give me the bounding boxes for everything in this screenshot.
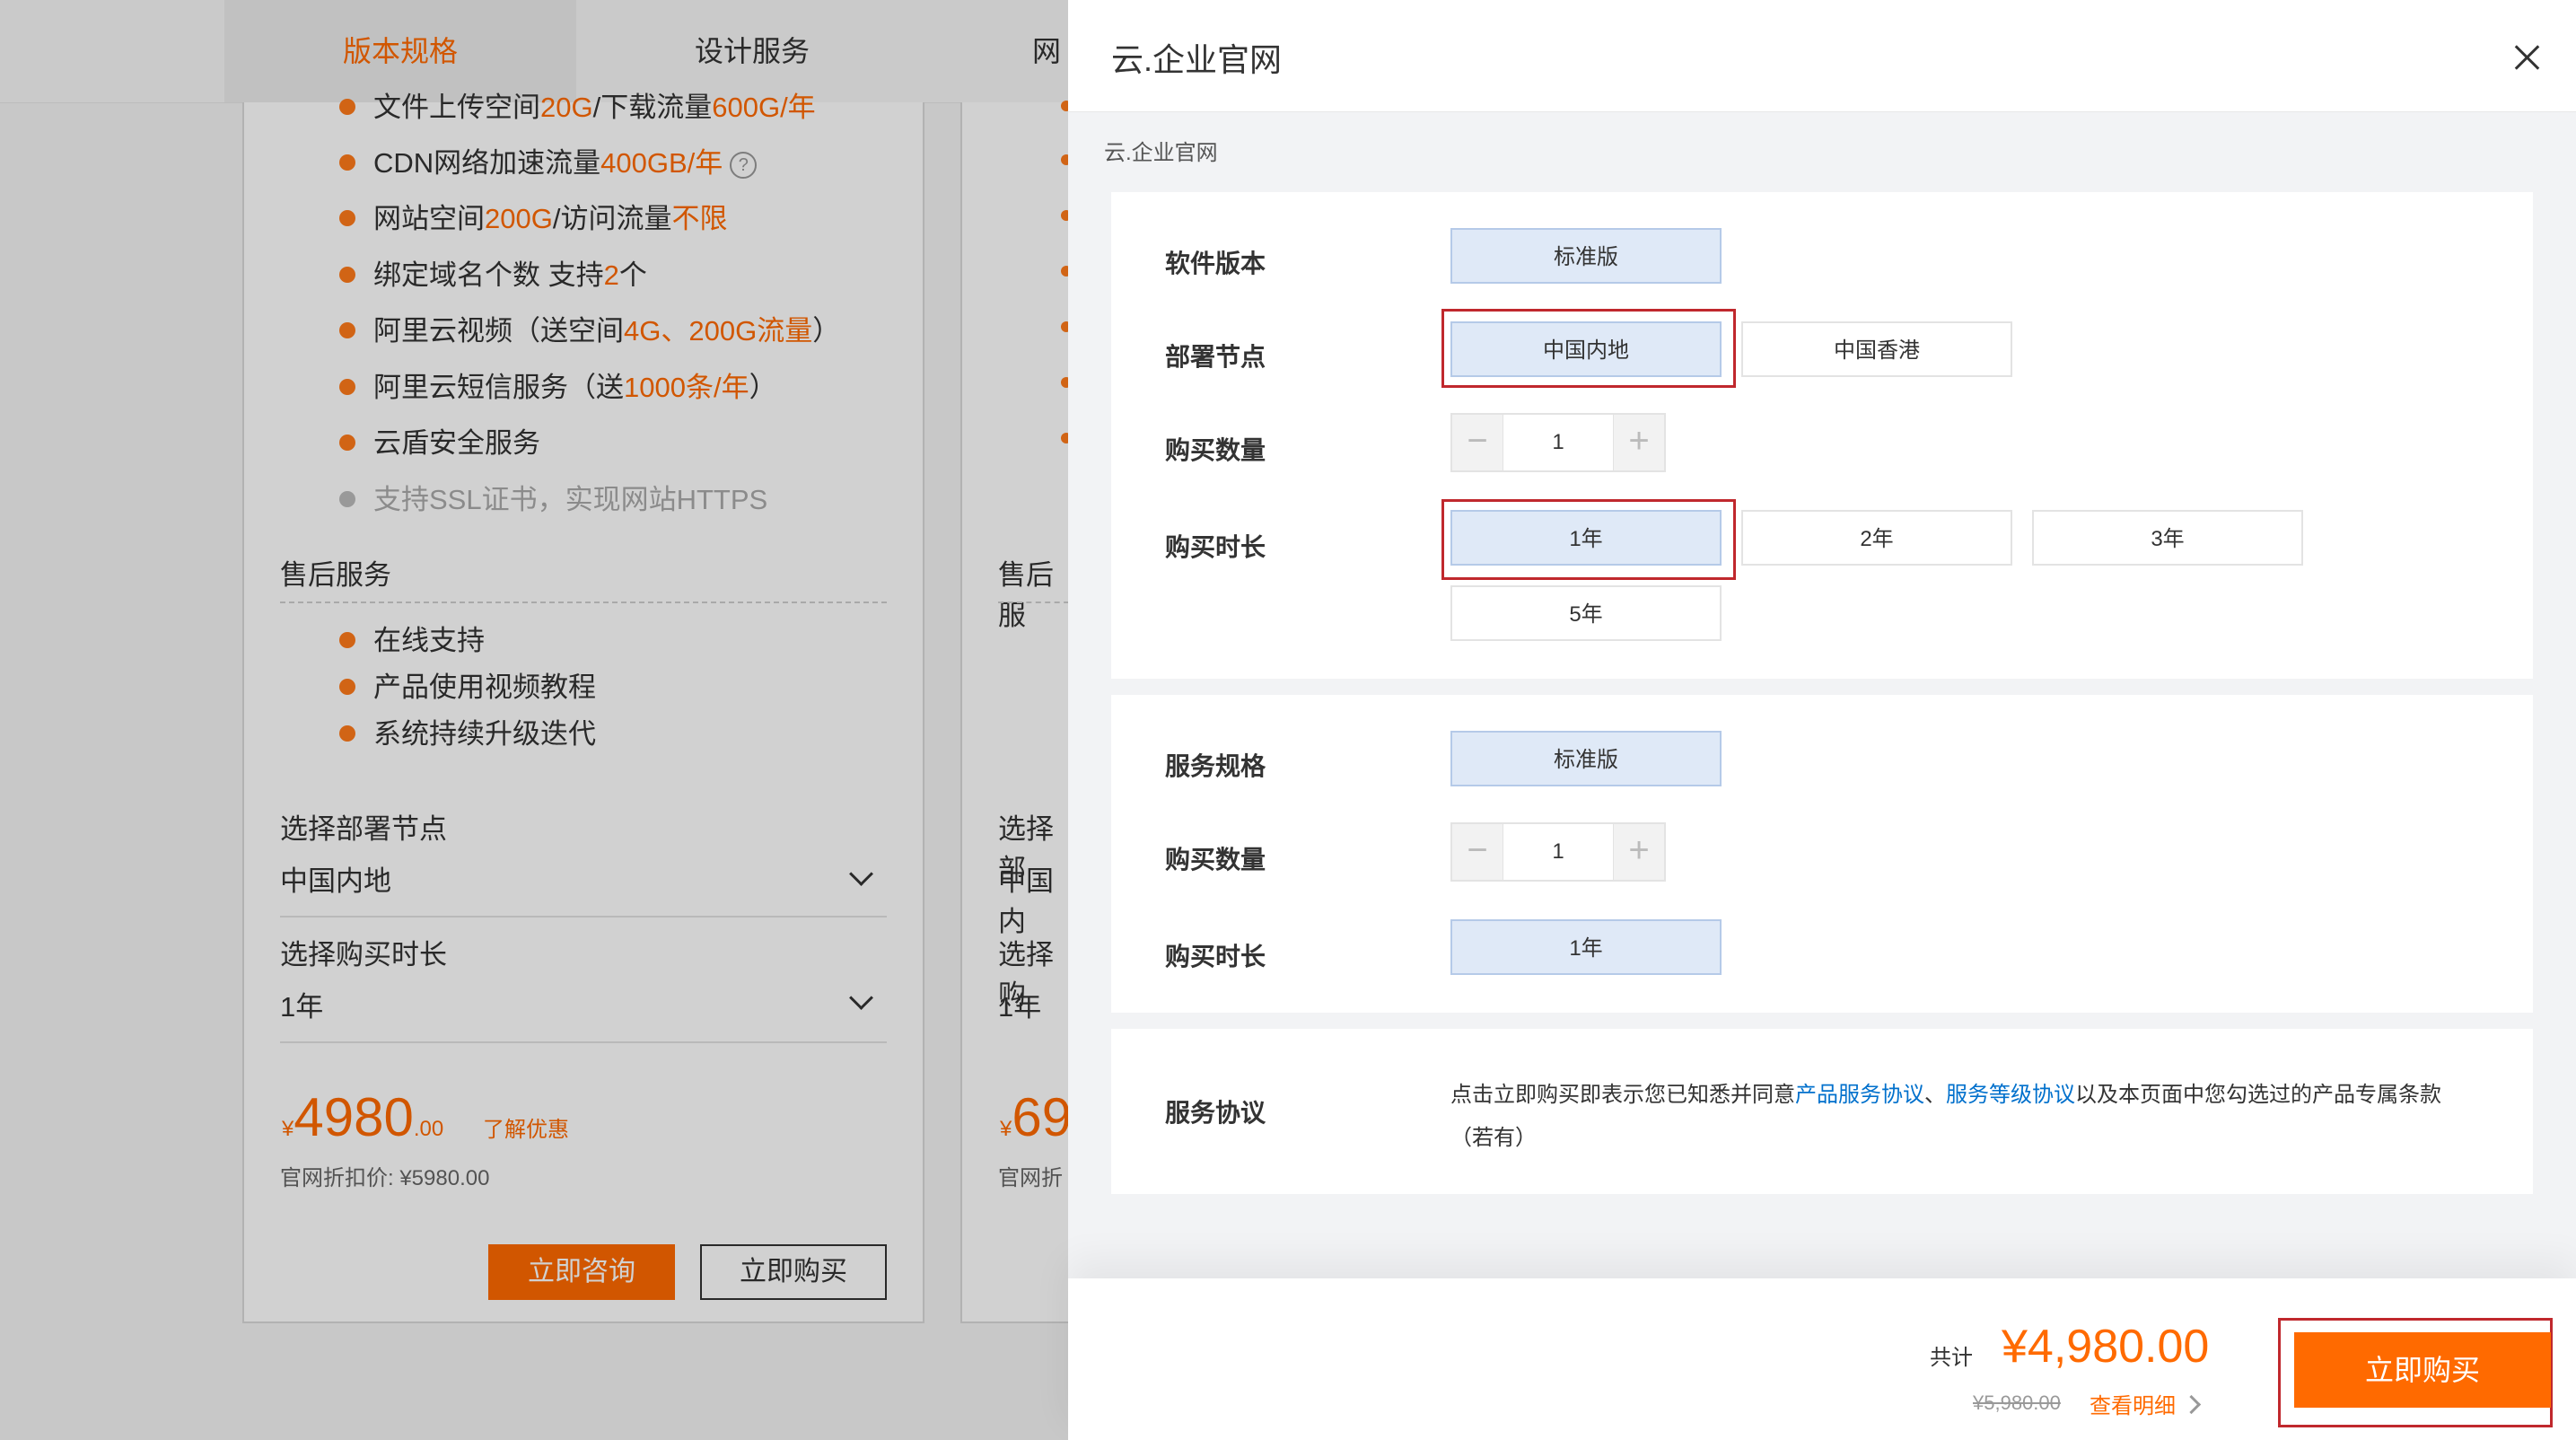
total-label: 共计 [1930, 1346, 1973, 1370]
service-quantity-label: 购买数量 [1165, 846, 1266, 874]
quantity-input[interactable]: 1 [1503, 415, 1614, 470]
option-5-years[interactable]: 5年 [1450, 585, 1722, 641]
modal-overlay[interactable] [0, 0, 1068, 1440]
view-details-link[interactable]: 查看明细 [2090, 1388, 2202, 1419]
product-service-agreement-link[interactable]: 产品服务协议 [1795, 1083, 1924, 1107]
option-mainland-china[interactable]: 中国内地 [1450, 321, 1722, 377]
drawer-footer: 共计 ¥4,980.00 ¥5,980.00 查看明细 立即购买 [1068, 1278, 2576, 1440]
chevron-right-icon [2181, 1394, 2202, 1415]
option-1-year[interactable]: 1年 [1450, 510, 1722, 566]
agreement-panel: 服务协议 点击立即购买即表示您已知悉并同意产品服务协议、服务等级协议以及本页面中… [1111, 1029, 2533, 1194]
purchase-drawer: 云.企业官网 云.企业官网 软件版本 标准版 部署节点 中国内地 中国香港 购买… [1068, 0, 2576, 1440]
buy-now-button[interactable]: 立即购买 [2294, 1332, 2551, 1408]
agreement-text: 点击立即购买即表示您已知悉并同意产品服务协议、服务等级协议以及本页面中您勾选过的… [1450, 1083, 2441, 1150]
duration-label: 购买时长 [1165, 533, 1266, 561]
deploy-node-label: 部署节点 [1165, 343, 1266, 371]
option-standard-edition[interactable]: 标准版 [1450, 228, 1722, 284]
agreement-label: 服务协议 [1165, 1099, 1266, 1127]
option-standard-service[interactable]: 标准版 [1450, 731, 1722, 786]
minus-button[interactable]: − [1452, 824, 1503, 880]
plus-button[interactable]: + [1613, 824, 1664, 880]
service-level-agreement-link[interactable]: 服务等级协议 [1946, 1083, 2075, 1107]
minus-button[interactable]: − [1452, 415, 1503, 470]
config-panel-service: 服务规格 标准版 购买数量 − 1 + 购买时长 1年 [1111, 695, 2533, 1013]
service-duration-label: 购买时长 [1165, 943, 1266, 970]
background-product-page: 版本规格 设计服务 网 文件上传空间20G/下载流量600G/年 CDN网络加速… [0, 0, 1068, 1440]
plus-button[interactable]: + [1613, 415, 1664, 470]
quantity-input[interactable]: 1 [1503, 824, 1614, 880]
total-price: ¥4,980.00 [2002, 1321, 2210, 1373]
drawer-header: 云.企业官网 [1068, 0, 2576, 112]
original-price: ¥5,980.00 [1973, 1392, 2061, 1414]
drawer-title: 云.企业官网 [1111, 41, 1283, 78]
option-3-years[interactable]: 3年 [2032, 510, 2303, 566]
service-quantity-stepper: − 1 + [1450, 822, 1666, 882]
option-hong-kong[interactable]: 中国香港 [1741, 321, 2012, 377]
option-service-1-year[interactable]: 1年 [1450, 919, 1722, 975]
quantity-label: 购买数量 [1165, 436, 1266, 464]
breadcrumb: 云.企业官网 [1104, 141, 1218, 165]
quantity-stepper: − 1 + [1450, 413, 1666, 472]
software-version-label: 软件版本 [1165, 250, 1266, 277]
close-icon[interactable] [2511, 41, 2544, 74]
service-spec-label: 服务规格 [1165, 752, 1266, 780]
option-2-years[interactable]: 2年 [1741, 510, 2012, 566]
config-panel-software: 软件版本 标准版 部署节点 中国内地 中国香港 购买数量 − 1 + 购买时长 … [1111, 192, 2533, 679]
